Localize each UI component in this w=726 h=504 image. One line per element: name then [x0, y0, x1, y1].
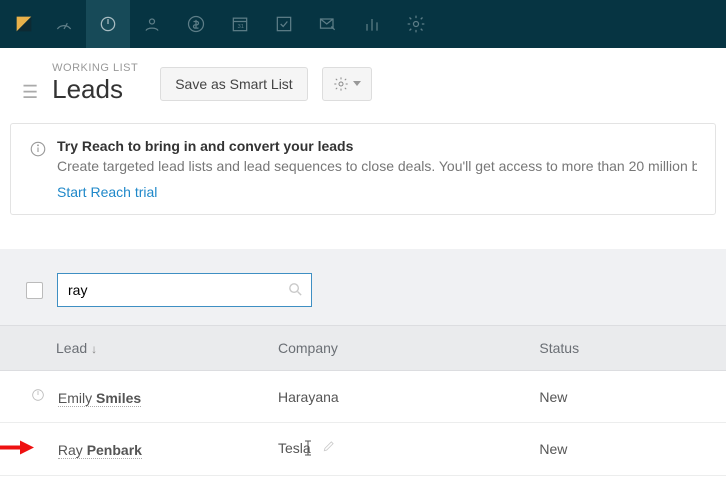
search-input[interactable] — [57, 273, 312, 307]
reach-banner: Try Reach to bring in and convert your l… — [10, 123, 716, 215]
user-icon[interactable] — [130, 0, 174, 48]
pointer-arrow-icon — [0, 440, 34, 457]
save-smart-list-button[interactable]: Save as Smart List — [160, 67, 308, 101]
dollar-icon[interactable] — [174, 0, 218, 48]
envelope-icon[interactable] — [306, 0, 350, 48]
checkbox-icon[interactable] — [262, 0, 306, 48]
start-reach-trial-link[interactable]: Start Reach trial — [57, 184, 697, 200]
lead-cell[interactable]: Emily Smiles — [0, 371, 260, 423]
dashboard-icon[interactable] — [42, 0, 86, 48]
column-lead[interactable]: Lead↓ — [0, 326, 260, 371]
calendar-icon[interactable]: 31 — [218, 0, 262, 48]
banner-title: Try Reach to bring in and convert your l… — [57, 138, 697, 154]
gear-dropdown-button[interactable] — [322, 67, 372, 101]
lead-name[interactable]: Ray Penbark — [58, 442, 142, 459]
power-icon[interactable] — [86, 0, 130, 48]
search-icon — [287, 281, 304, 301]
company-cell[interactable]: Tesla — [260, 423, 521, 476]
gear-icon — [333, 76, 349, 92]
app-logo[interactable] — [6, 0, 42, 48]
lead-name[interactable]: Emily Smiles — [58, 390, 141, 407]
info-icon — [29, 140, 47, 158]
select-all-checkbox[interactable] — [26, 282, 43, 299]
status-cell: New — [521, 371, 726, 423]
status-cell: New — [521, 423, 726, 476]
lead-cell[interactable]: Ray Penbark — [0, 423, 260, 476]
menu-icon[interactable]: ☰ — [22, 67, 38, 101]
svg-text:31: 31 — [238, 24, 244, 30]
edit-icon[interactable] — [322, 440, 336, 456]
page-title: Leads — [52, 74, 138, 105]
settings-icon[interactable] — [394, 0, 438, 48]
column-company[interactable]: Company — [260, 326, 521, 371]
chart-icon[interactable] — [350, 0, 394, 48]
table-row[interactable]: Ray Penbark Tesla New — [0, 423, 726, 476]
banner-desc: Create targeted lead lists and lead sequ… — [57, 158, 697, 174]
table-row[interactable]: Emily Smiles Harayana New — [0, 371, 726, 423]
chevron-down-icon — [353, 81, 361, 86]
column-status[interactable]: Status — [521, 326, 726, 371]
page-eyebrow: WORKING LIST — [52, 62, 138, 74]
power-icon — [30, 390, 46, 406]
company-cell: Harayana — [260, 371, 521, 423]
sort-down-icon: ↓ — [91, 342, 97, 356]
